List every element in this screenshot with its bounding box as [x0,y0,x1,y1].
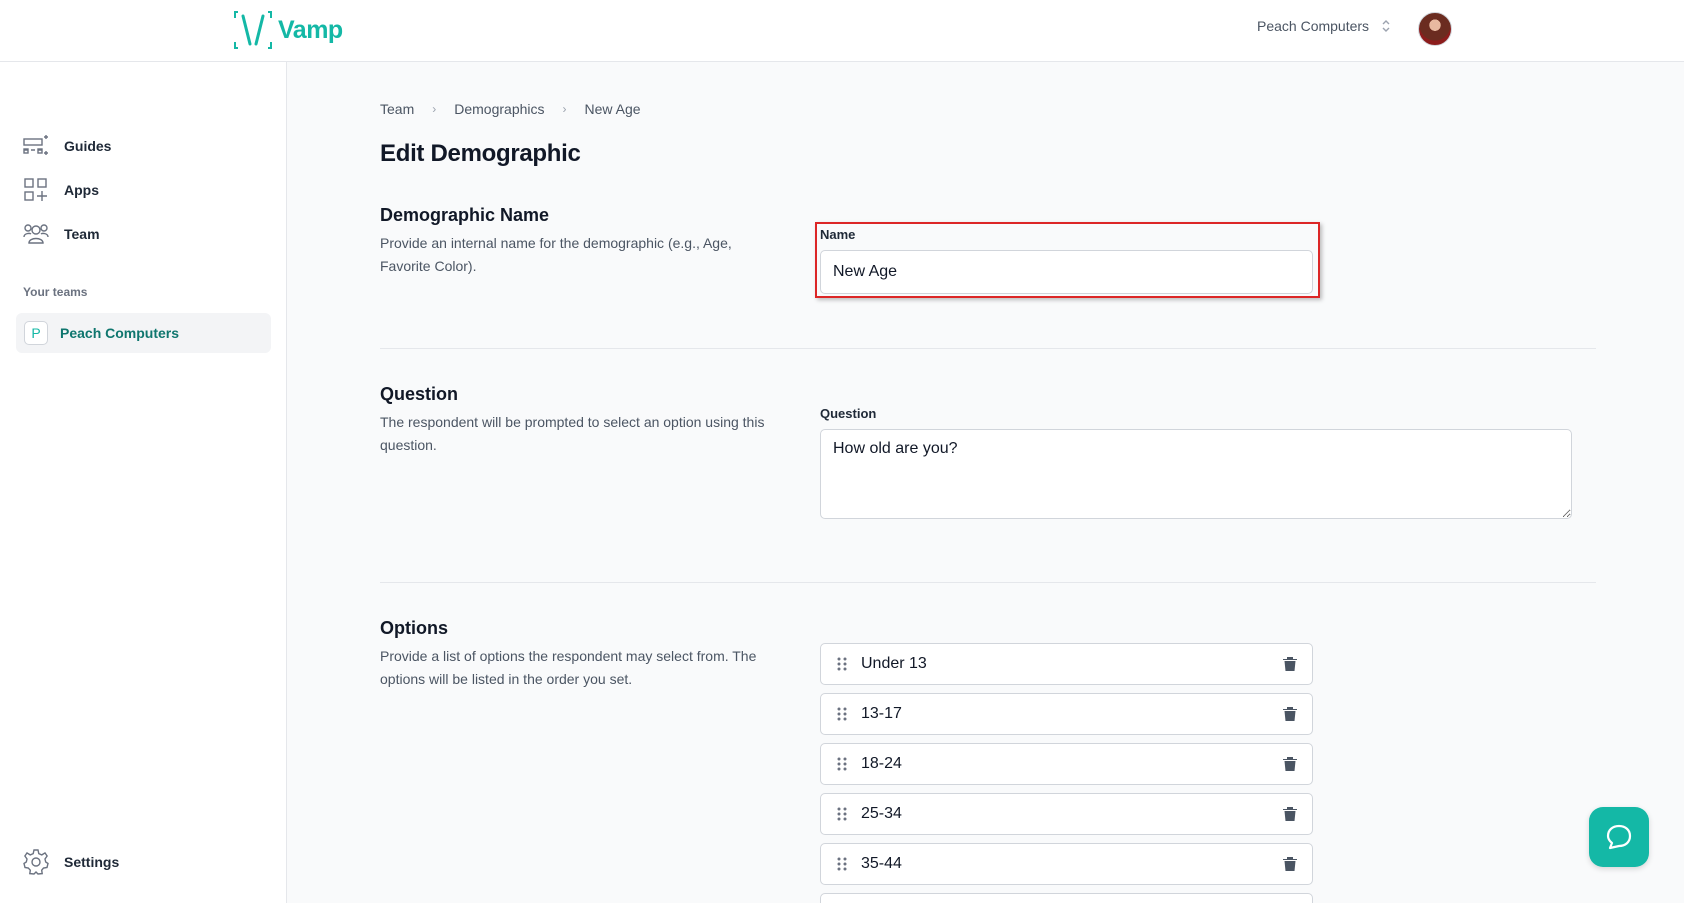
apps-icon [22,176,50,204]
option-row[interactable]: 25-34 [820,793,1313,835]
section-desc-name: Provide an internal name for the demogra… [380,235,732,274]
sidebar: Guides Apps Team Your teams P Peach Comp… [0,62,287,903]
trash-icon[interactable] [1282,706,1298,722]
teams-heading: Your teams [23,285,88,299]
app-name: Vamp [278,15,343,44]
option-label[interactable]: 13-17 [861,705,1282,723]
chevron-right-icon: › [432,102,437,116]
question-textarea[interactable]: How old are you? [820,429,1572,519]
section-desc-options: Provide a list of options the respondent… [380,648,757,687]
trash-icon[interactable] [1282,656,1298,672]
option-label[interactable]: 25-34 [861,805,1282,823]
page-title: Edit Demographic [380,140,581,167]
option-label[interactable]: Under 13 [861,655,1282,673]
sidebar-item-label: Guides [64,138,112,154]
gear-icon [22,848,50,876]
team-item-peach-computers[interactable]: P Peach Computers [16,313,271,353]
sidebar-item-team[interactable]: Team [16,216,271,252]
breadcrumb-current: New Age [584,101,641,117]
trash-icon[interactable] [1282,806,1298,822]
drag-handle-icon[interactable] [835,657,849,671]
team-badge: P [24,321,48,345]
vamp-logo-icon [234,11,272,49]
org-switcher-label: Peach Computers [1257,18,1370,34]
option-row[interactable]: 13-17 [820,693,1313,735]
org-switcher[interactable]: Peach Computers [1257,18,1391,34]
sidebar-item-settings[interactable]: Settings [16,844,271,880]
name-field-label: Name [820,227,856,242]
option-label[interactable]: 18-24 [861,755,1282,773]
section-divider [380,582,1596,583]
option-row-partial[interactable] [820,893,1313,903]
chevron-up-down-icon [1382,20,1390,32]
team-icon [22,220,50,248]
trash-icon[interactable] [1282,856,1298,872]
option-row[interactable]: 18-24 [820,743,1313,785]
sidebar-item-guides[interactable]: Guides [16,128,271,164]
drag-handle-icon[interactable] [835,807,849,821]
section-desc-question: The respondent will be prompted to selec… [380,414,765,453]
section-title-question: Question [380,384,459,404]
chat-bubble-icon [1606,824,1632,850]
drag-handle-icon[interactable] [835,757,849,771]
team-name: Peach Computers [60,325,180,341]
section-divider [380,348,1596,349]
sidebar-item-label: Team [64,226,100,242]
question-field-label: Question [820,406,877,421]
name-input[interactable] [820,250,1313,294]
sidebar-item-label: Settings [64,854,120,870]
option-row[interactable]: Under 13 [820,643,1313,685]
vamp-logo[interactable]: Vamp [234,10,343,50]
breadcrumb: Team › Demographics › New Age [380,101,641,117]
trash-icon[interactable] [1282,756,1298,772]
user-avatar[interactable] [1418,12,1452,46]
drag-handle-icon[interactable] [835,707,849,721]
drag-handle-icon[interactable] [835,857,849,871]
breadcrumb-team[interactable]: Team [380,101,414,117]
help-chat-button[interactable] [1589,807,1649,867]
chevron-right-icon: › [562,102,567,116]
sidebar-item-label: Apps [64,182,99,198]
sidebar-item-apps[interactable]: Apps [16,172,271,208]
option-label[interactable]: 35-44 [861,855,1282,873]
top-bar: Vamp Peach Computers [0,0,1684,62]
section-title-options: Options [380,618,448,638]
guides-icon [22,132,50,160]
option-row[interactable]: 35-44 [820,843,1313,885]
breadcrumb-demographics[interactable]: Demographics [454,101,544,117]
section-title-name: Demographic Name [380,205,550,225]
